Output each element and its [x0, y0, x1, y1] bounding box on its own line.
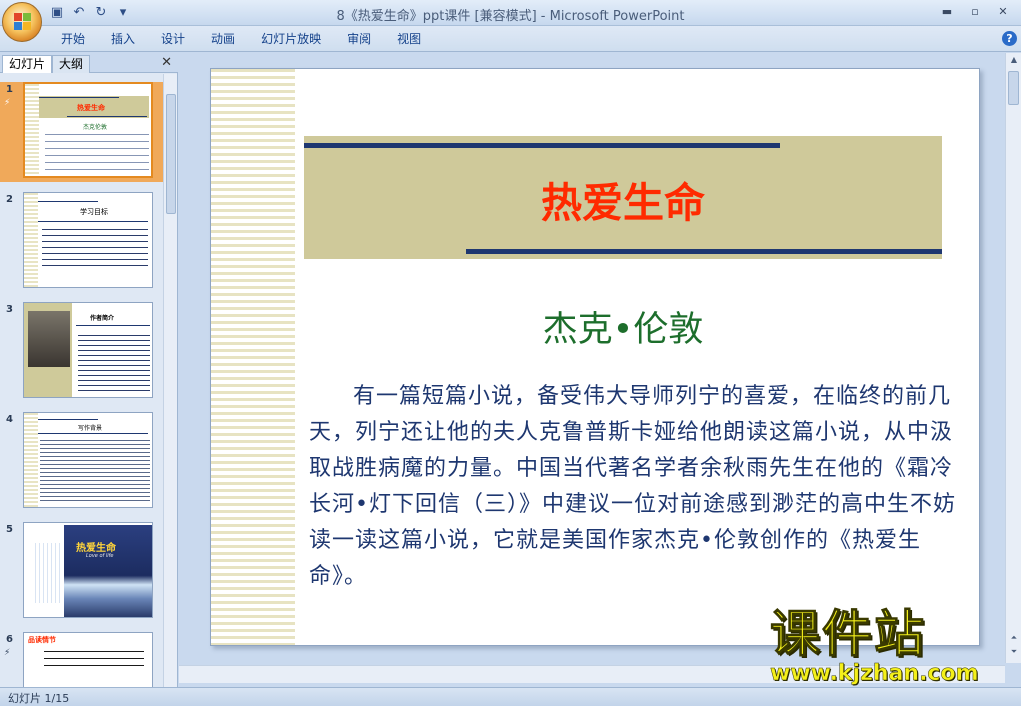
- thumb-stripes: [24, 413, 38, 507]
- slide-thumbnail[interactable]: 热爱生命 杰克伦敦: [23, 82, 153, 178]
- scroll-up-icon[interactable]: ▲: [1008, 55, 1020, 64]
- thumb-line: [67, 116, 147, 117]
- thumb-text-lines: [45, 132, 149, 172]
- slide-thumbnail[interactable]: 学习目标: [23, 192, 153, 288]
- tab-slides[interactable]: 幻灯片: [2, 55, 53, 73]
- thumb-title: 热爱生命: [76, 543, 116, 554]
- pane-tabs: 幻灯片 大纲 ✕: [0, 53, 178, 73]
- slide-thumbnail[interactable]: 写作背景: [23, 412, 153, 508]
- scrollbar-thumb[interactable]: [166, 94, 176, 214]
- thumbnail-scrollbar[interactable]: [163, 74, 177, 687]
- thumb-stripes: [25, 84, 39, 176]
- thumb-stripes: [24, 193, 38, 287]
- tab-review[interactable]: 审阅: [334, 31, 384, 47]
- thumbnail-row[interactable]: 2 学习目标: [0, 192, 163, 292]
- thumb-title: 品读情节: [28, 636, 56, 644]
- slide-author[interactable]: 杰克•伦敦: [304, 301, 942, 352]
- author-photo: [28, 311, 70, 367]
- thumbnail-row[interactable]: 3 作者简介: [0, 302, 163, 402]
- tab-outline[interactable]: 大纲: [52, 55, 91, 73]
- tab-home[interactable]: 开始: [48, 31, 98, 47]
- thumbnail-row[interactable]: 6 ⚡ 品读情节: [0, 632, 163, 687]
- ribbon: 开始 插入 设计 动画 幻灯片放映 审阅 视图 ?: [0, 26, 1021, 52]
- help-icon[interactable]: ?: [1002, 31, 1017, 46]
- tab-view[interactable]: 视图: [384, 31, 434, 47]
- slide-body-text[interactable]: 有一篇短篇小说，备受伟大导师列宁的喜爱，在临终的前几天，列宁还让他的夫人克鲁普斯…: [309, 379, 971, 595]
- window-title: 8《热爱生命》ppt课件 [兼容模式] - Microsoft PowerPoi…: [336, 9, 685, 24]
- slide-editor: 热爱生命 杰克•伦敦 有一篇短篇小说，备受伟大导师列宁的喜爱，在临终的前几天，列…: [179, 53, 1021, 687]
- slide-number: 4: [6, 414, 13, 425]
- watermark-url: www.kjzhan.com: [770, 661, 979, 686]
- thumb-title: 学习目标: [80, 208, 108, 216]
- slide-thumbnail[interactable]: 热爱生命 Love of life: [23, 522, 153, 618]
- thumb-text-lines: [44, 649, 144, 669]
- thumb-title: 作者简介: [90, 315, 115, 322]
- thumb-title: 热爱生命: [77, 104, 105, 112]
- maximize-button[interactable]: ▫: [963, 3, 987, 21]
- transition-icon: ⚡: [4, 648, 11, 658]
- slide-thumbnail[interactable]: 品读情节: [23, 632, 153, 687]
- thumb-subtitle: 杰克伦敦: [83, 124, 108, 131]
- slide-number: 5: [6, 524, 13, 535]
- title-bar: ▣ ↶ ↻ ▾ 8《热爱生命》ppt课件 [兼容模式] - Microsoft …: [0, 0, 1021, 26]
- office-button[interactable]: [2, 2, 42, 42]
- close-icon[interactable]: ✕: [161, 55, 172, 70]
- thumbnail-list: 1 ⚡ 热爱生命 杰克伦敦 2 学习目标 3 作者简介 4 写作背景 5 热爱生…: [0, 74, 163, 687]
- title-line-top: [304, 143, 780, 148]
- tab-animations[interactable]: 动画: [198, 31, 248, 47]
- thumb-line: [39, 97, 119, 98]
- watermark: 课件站 www.kjzhan.com: [770, 606, 1010, 686]
- slide-canvas[interactable]: 热爱生命 杰克•伦敦 有一篇短篇小说，备受伟大导师列宁的喜爱，在临终的前几天，列…: [210, 68, 980, 646]
- watermark-brand: 课件站: [770, 605, 926, 663]
- slide-title[interactable]: 热爱生命: [304, 169, 942, 229]
- slide-number: 6: [6, 634, 13, 645]
- thumb-line: [38, 221, 148, 222]
- thumb-subtitle: Love of life: [86, 553, 114, 559]
- thumb-line: [76, 325, 150, 326]
- status-bar: 幻灯片 1/15: [0, 687, 1021, 706]
- tab-design[interactable]: 设计: [148, 31, 198, 47]
- slide-thumbnail[interactable]: 作者简介: [23, 302, 153, 398]
- slides-pane: 幻灯片 大纲 ✕ 1 ⚡ 热爱生命 杰克伦敦 2 学习目标 3 作者简介 4 写…: [0, 53, 178, 687]
- thumb-deco: [32, 543, 60, 603]
- slide-number: 2: [6, 194, 13, 205]
- thumbnail-row[interactable]: 1 ⚡ 热爱生命 杰克伦敦: [0, 82, 163, 182]
- minimize-button[interactable]: ▬: [935, 3, 959, 21]
- ribbon-tabs: 开始 插入 设计 动画 幻灯片放映 审阅 视图: [48, 31, 434, 47]
- window-controls: ▬ ▫ ✕: [935, 3, 1015, 21]
- tab-insert[interactable]: 插入: [98, 31, 148, 47]
- scrollbar-thumb[interactable]: [1008, 71, 1019, 105]
- slide-number: 3: [6, 304, 13, 315]
- decorative-stripes: [211, 69, 295, 645]
- thumb-line: [38, 433, 148, 434]
- transition-icon: ⚡: [4, 98, 11, 108]
- thumb-line: [38, 201, 98, 202]
- tab-slideshow[interactable]: 幻灯片放映: [248, 31, 334, 47]
- thumbnail-row[interactable]: 5 热爱生命 Love of life: [0, 522, 163, 622]
- office-logo-icon: [14, 13, 32, 31]
- thumb-text-lines: [40, 439, 150, 503]
- thumb-title: 写作背景: [78, 425, 103, 432]
- slide-counter: 幻灯片 1/15: [8, 692, 70, 705]
- title-line-bottom: [466, 249, 942, 254]
- close-button[interactable]: ✕: [991, 3, 1015, 21]
- thumb-text-lines: [78, 333, 150, 393]
- thumb-line: [38, 419, 98, 420]
- editor-scrollbar[interactable]: ▲ ⏶ ⏷: [1005, 53, 1021, 663]
- thumbnail-row[interactable]: 4 写作背景: [0, 412, 163, 512]
- slide-number: 1: [6, 84, 13, 95]
- thumb-text-lines: [42, 227, 148, 267]
